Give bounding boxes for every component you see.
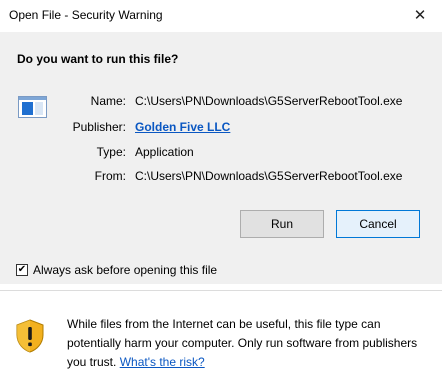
from-value: C:\Users\PN\Downloads\G5ServerRebootTool… — [135, 169, 403, 183]
run-button[interactable]: Run — [240, 210, 324, 238]
publisher-label: Publisher: — [72, 120, 126, 134]
type-value: Application — [135, 145, 194, 159]
application-file-icon — [18, 96, 47, 118]
close-icon: ✕ — [413, 7, 427, 24]
name-value: C:\Users\PN\Downloads\G5ServerRebootTool… — [135, 94, 403, 108]
always-ask-label[interactable]: Always ask before opening this file — [33, 263, 217, 277]
close-button[interactable]: ✕ — [398, 0, 442, 30]
dialog-body: Do you want to run this file? Name: C:\U… — [0, 32, 442, 284]
warning-message: While files from the Internet can be use… — [67, 315, 429, 372]
checkmark-icon: ✔ — [17, 264, 27, 275]
type-label: Type: — [96, 145, 126, 159]
warning-footer: While files from the Internet can be use… — [0, 290, 442, 370]
dialog-heading: Do you want to run this file? — [17, 52, 179, 66]
from-label: From: — [94, 169, 126, 183]
security-shield-icon — [16, 319, 44, 353]
publisher-link[interactable]: Golden Five LLC — [135, 120, 230, 134]
cancel-button[interactable]: Cancel — [336, 210, 420, 238]
title-bar: Open File - Security Warning ✕ — [0, 0, 442, 32]
window-title: Open File - Security Warning — [9, 8, 163, 22]
name-label: Name: — [90, 94, 126, 108]
always-ask-checkbox[interactable]: ✔ — [16, 264, 28, 276]
whats-the-risk-link[interactable]: What's the risk? — [120, 355, 205, 369]
always-ask-option[interactable]: ✔ Always ask before opening this file — [16, 263, 217, 277]
